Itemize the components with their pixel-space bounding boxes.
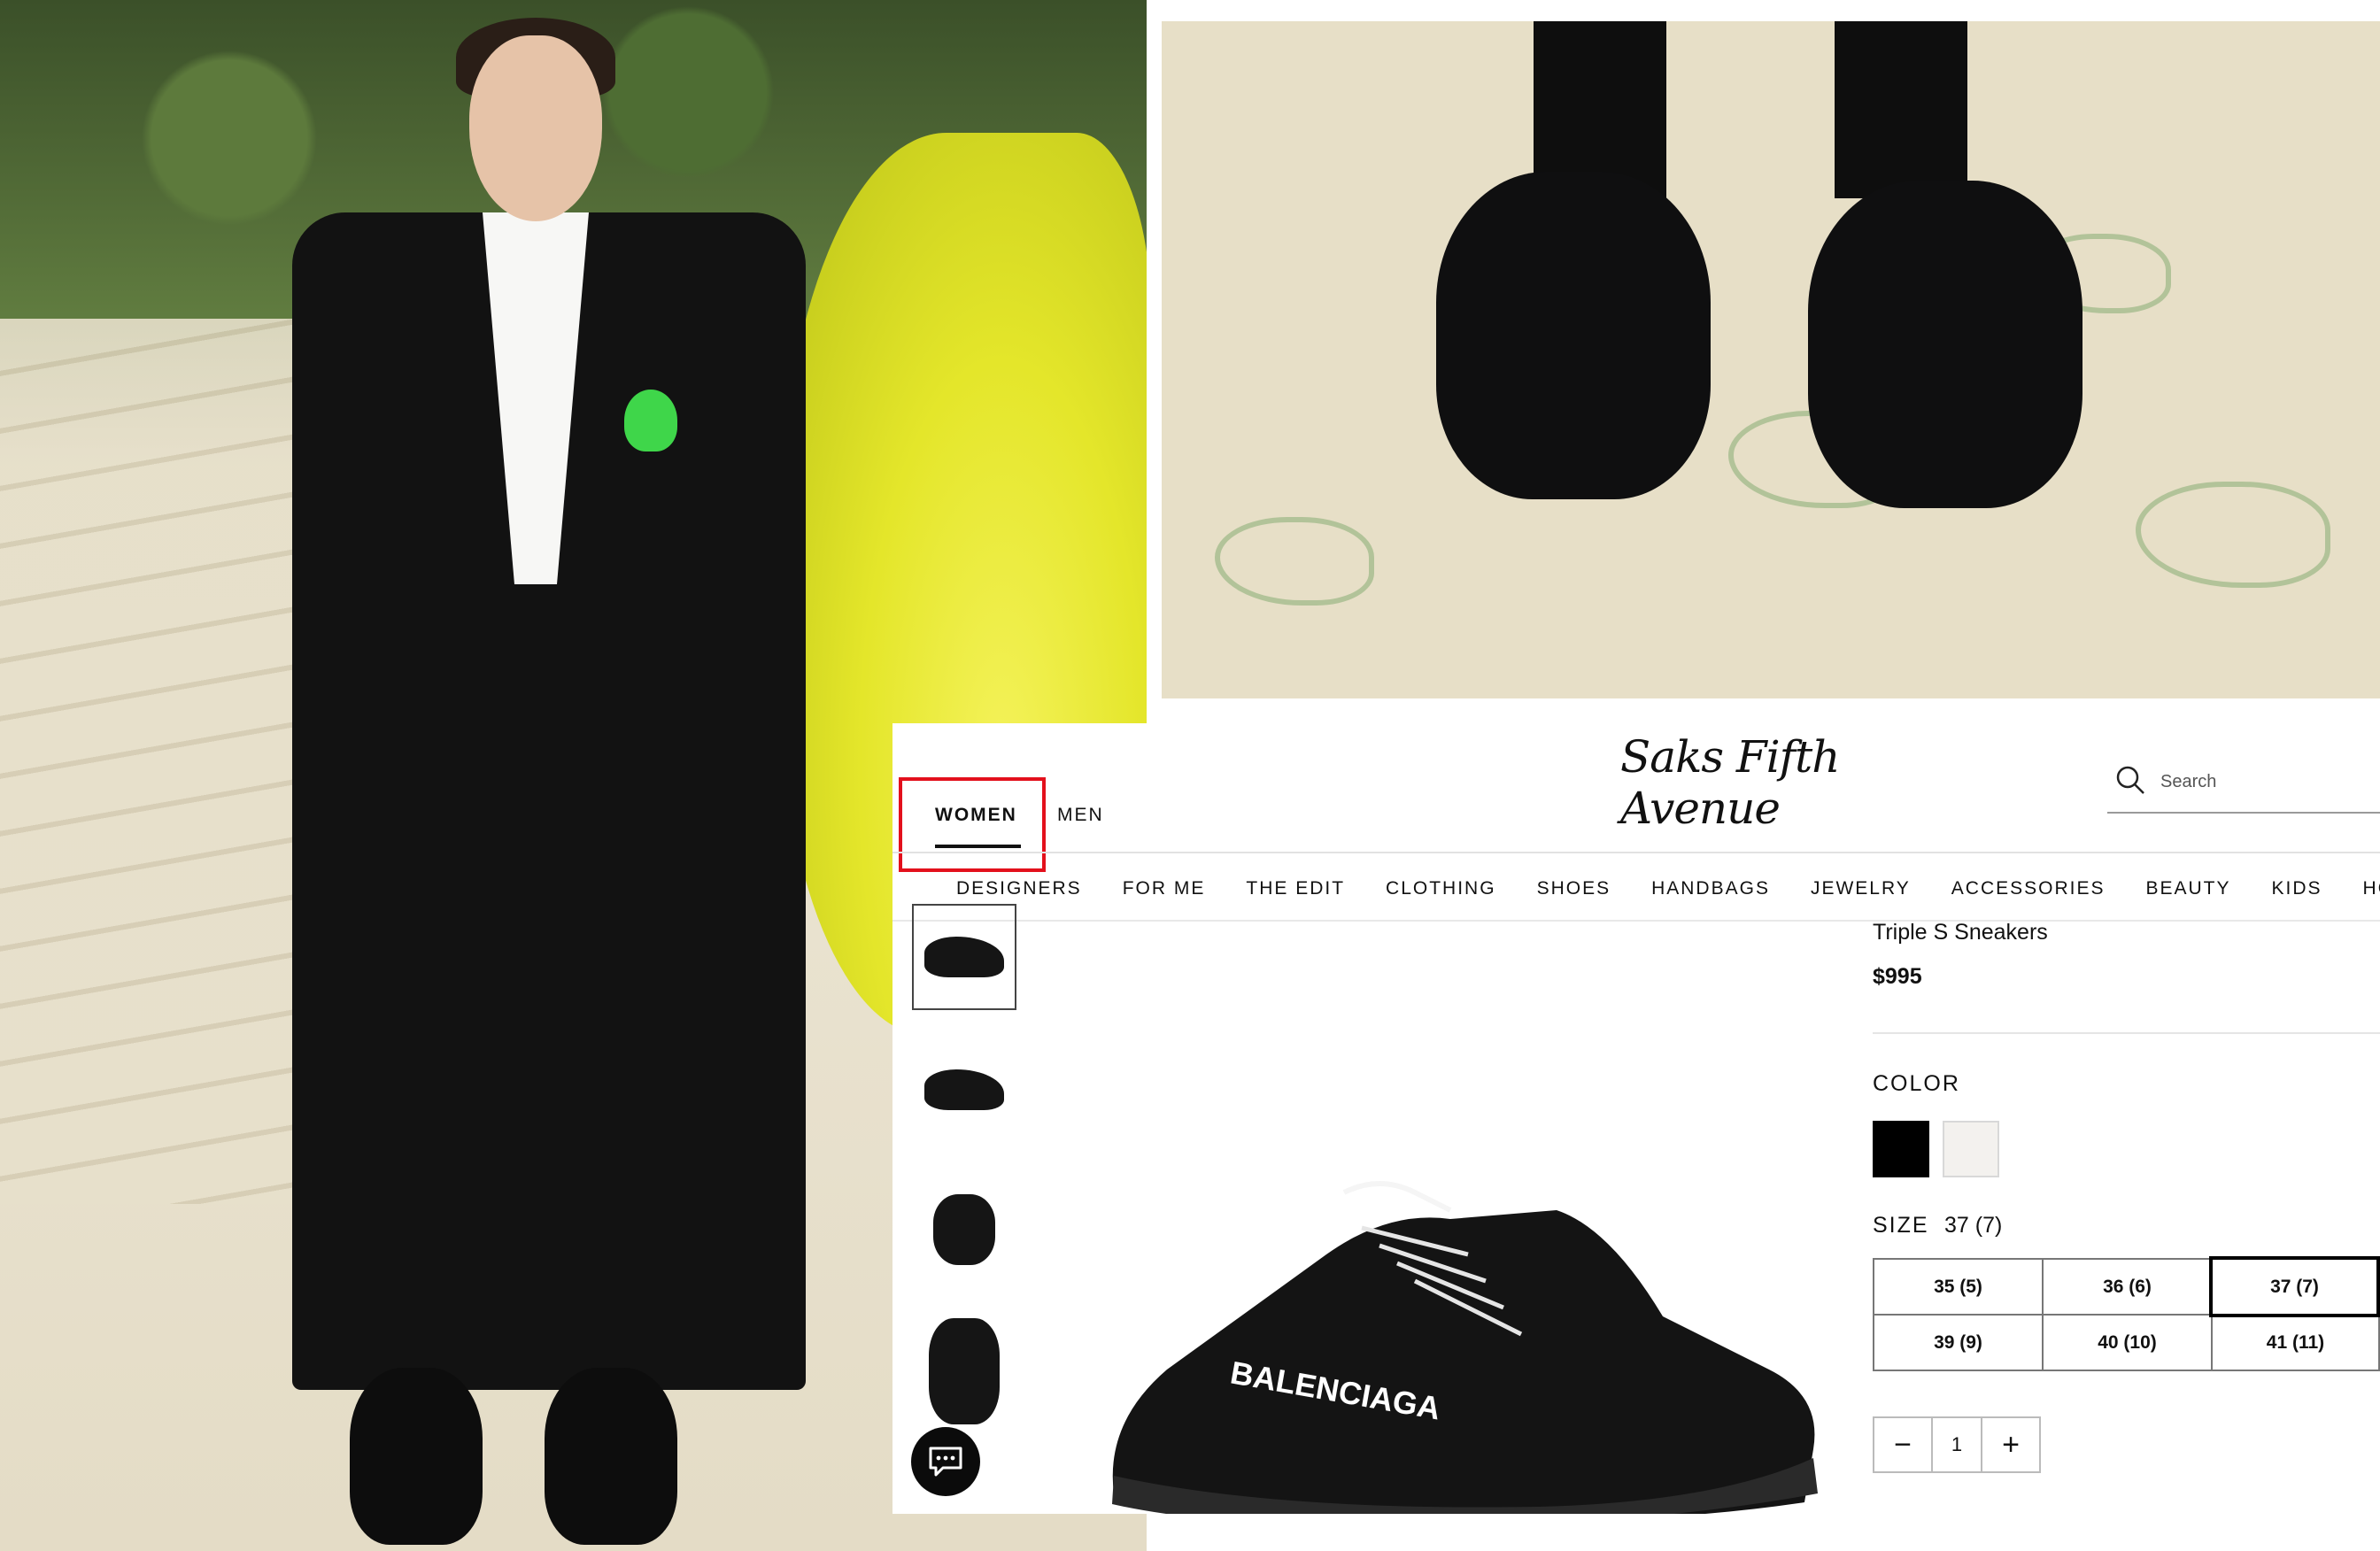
saks-product-page: WOMEN MEN Saks Fifth Avenue DESIGNERS FO…: [892, 723, 2380, 1514]
thumbnail-2[interactable]: [912, 1037, 1016, 1143]
size-option-selected[interactable]: 37 (7): [2209, 1256, 2380, 1317]
search-input[interactable]: [2160, 768, 2373, 796]
size-grid: 35 (5) 36 (6) 37 (7) 39 (9) 40 (10) 41 (…: [1873, 1256, 2380, 1374]
product-name: Triple S Sneakers: [1873, 920, 2048, 945]
nav-for-me[interactable]: FOR ME: [1123, 869, 1247, 908]
nav-designers[interactable]: DESIGNERS: [956, 869, 1123, 908]
size-option[interactable]: 39 (9): [1873, 1314, 2044, 1371]
nav-accessories[interactable]: ACCESSORIES: [1951, 869, 2146, 908]
women-tab-highlight-box: [899, 777, 1046, 872]
left-sneaker: [350, 1368, 483, 1545]
nav-the-edit[interactable]: THE EDIT: [1246, 869, 1386, 908]
size-label: SIZE: [1873, 1213, 1929, 1238]
product-price: $995: [1873, 964, 1922, 989]
rug-leaf-mark: [1215, 517, 1374, 606]
thumbnail-image: [924, 1069, 1004, 1110]
plus-icon[interactable]: +: [1982, 1418, 2039, 1471]
nav-shoes[interactable]: SHOES: [1537, 869, 1652, 908]
color-label: COLOR: [1873, 1071, 1960, 1096]
thumbnail-1[interactable]: [912, 904, 1016, 1010]
selected-size-value: 37 (7): [1944, 1213, 2003, 1238]
sneaker-closeup-photo: [1162, 21, 2380, 698]
thumbnail-4[interactable]: [912, 1318, 1016, 1424]
color-swatch-white[interactable]: [1943, 1121, 1999, 1177]
minus-icon[interactable]: −: [1874, 1418, 1931, 1471]
thumbnail-strip: [912, 904, 1018, 1514]
saks-logo[interactable]: Saks Fifth Avenue: [1620, 731, 1912, 834]
nav-beauty[interactable]: BEAUTY: [2145, 869, 2271, 908]
size-option[interactable]: 40 (10): [2042, 1314, 2213, 1371]
size-option[interactable]: 41 (11): [2211, 1314, 2380, 1371]
category-nav: DESIGNERS FOR ME THE EDIT CLOTHING SHOES…: [956, 869, 2380, 908]
search-bar[interactable]: [2107, 752, 2380, 814]
thumbnail-image: [933, 1194, 995, 1265]
chat-icon: [929, 1447, 962, 1477]
left-sneaker-closeup: [1436, 172, 1711, 499]
right-sneaker: [545, 1368, 677, 1545]
color-swatch-black[interactable]: [1873, 1121, 1929, 1177]
header-divider: [892, 852, 2380, 853]
quantity-value[interactable]: 1: [1931, 1418, 1982, 1471]
right-sneaker-closeup: [1808, 181, 2082, 508]
divider: [1873, 1032, 2380, 1034]
search-icon[interactable]: [2114, 764, 2146, 796]
nav-home[interactable]: HOME: [2363, 869, 2380, 908]
nav-kids[interactable]: KIDS: [2272, 869, 2363, 908]
size-option[interactable]: 35 (5): [1873, 1258, 2044, 1316]
nav-divider: [892, 920, 2380, 922]
nav-handbags[interactable]: HANDBAGS: [1651, 869, 1811, 908]
hero-sneaker-image: BALENCIAGA: [1112, 1181, 1818, 1514]
thumbnail-3[interactable]: [912, 1177, 1016, 1283]
chat-button[interactable]: [911, 1427, 980, 1496]
right-leg: [1835, 21, 1967, 198]
nav-jewelry[interactable]: JEWELRY: [1811, 869, 1951, 908]
nav-clothing[interactable]: CLOTHING: [1386, 869, 1537, 908]
size-option[interactable]: 36 (6): [2042, 1258, 2213, 1316]
thumbnail-image: [929, 1318, 1000, 1424]
green-rose-boutonniere: [624, 390, 677, 451]
rug-leaf-mark: [2136, 482, 2330, 588]
quantity-stepper: − 1 +: [1873, 1416, 2041, 1473]
tab-men[interactable]: MEN: [1057, 805, 1104, 826]
thumbnail-image: [924, 937, 1004, 977]
face: [469, 35, 602, 221]
